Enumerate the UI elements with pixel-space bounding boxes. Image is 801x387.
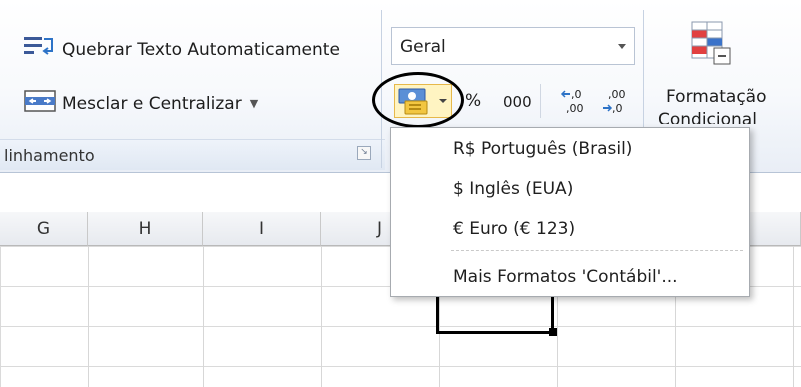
column-header-g[interactable]: G — [0, 212, 88, 246]
decrease-decimal-button[interactable]: ,00 ,0 — [600, 86, 630, 120]
increase-decimal-button[interactable]: ,0 ,00 — [560, 86, 590, 120]
fill-handle[interactable] — [549, 328, 557, 336]
accounting-format-menu: R$ Português (Brasil) $ Inglês (EUA) € E… — [390, 127, 750, 297]
merge-center-label: Mesclar e Centralizar — [62, 93, 242, 114]
merge-center-button[interactable]: Mesclar e Centralizar ▼ — [24, 88, 258, 119]
column-header-i[interactable]: I — [203, 212, 321, 246]
increase-decimal-icon: ,0 ,00 — [560, 88, 584, 115]
grid-line — [793, 246, 794, 387]
alignment-group-label: linhamento — [4, 146, 95, 165]
wrap-text-icon — [22, 34, 56, 65]
more-formats-label: Mais Formatos 'Contábil'... — [453, 267, 678, 287]
svg-text:,0: ,0 — [612, 102, 623, 115]
decrease-decimal-icon: ,00 ,0 — [603, 88, 626, 115]
column-header-h[interactable]: H — [88, 212, 203, 246]
merge-center-icon — [24, 88, 56, 119]
selected-cell[interactable] — [436, 293, 554, 334]
conditional-format-label[interactable]: Formatação — [666, 87, 767, 107]
svg-text:,00: ,00 — [566, 102, 584, 115]
chevron-down-icon[interactable]: ▼ — [250, 97, 258, 110]
svg-text:,0: ,0 — [571, 88, 582, 101]
menu-item-usd[interactable]: $ Inglês (EUA) — [453, 179, 573, 199]
menu-item-eur[interactable]: € Euro (€ 123) — [453, 219, 575, 239]
conditional-format-icon[interactable] — [690, 20, 734, 74]
menu-item-more-formats[interactable]: Mais Formatos 'Contábil'... — [453, 267, 678, 287]
grid-line — [88, 246, 89, 387]
wrap-text-button[interactable]: Quebrar Texto Automaticamente — [22, 34, 340, 65]
dialog-launcher-icon[interactable]: ↘ — [357, 146, 371, 160]
grid-line — [203, 246, 204, 387]
conditional-format-label-2[interactable]: Condicional — [658, 110, 757, 124]
comma-style-button[interactable]: 000 — [503, 93, 532, 111]
percent-style-button[interactable]: % — [465, 91, 481, 111]
wrap-text-label: Quebrar Texto Automaticamente — [62, 39, 340, 60]
menu-separator — [451, 250, 743, 251]
number-format-dropdown[interactable]: Geral — [391, 27, 635, 65]
button-separator — [540, 84, 541, 118]
svg-text:,00: ,00 — [608, 88, 626, 101]
grid-line — [321, 246, 322, 387]
menu-item-brl[interactable]: R$ Português (Brasil) — [453, 139, 632, 159]
dropdown-arrow-icon — [618, 44, 626, 49]
highlight-circle — [372, 72, 464, 128]
number-format-value: Geral — [400, 37, 446, 57]
